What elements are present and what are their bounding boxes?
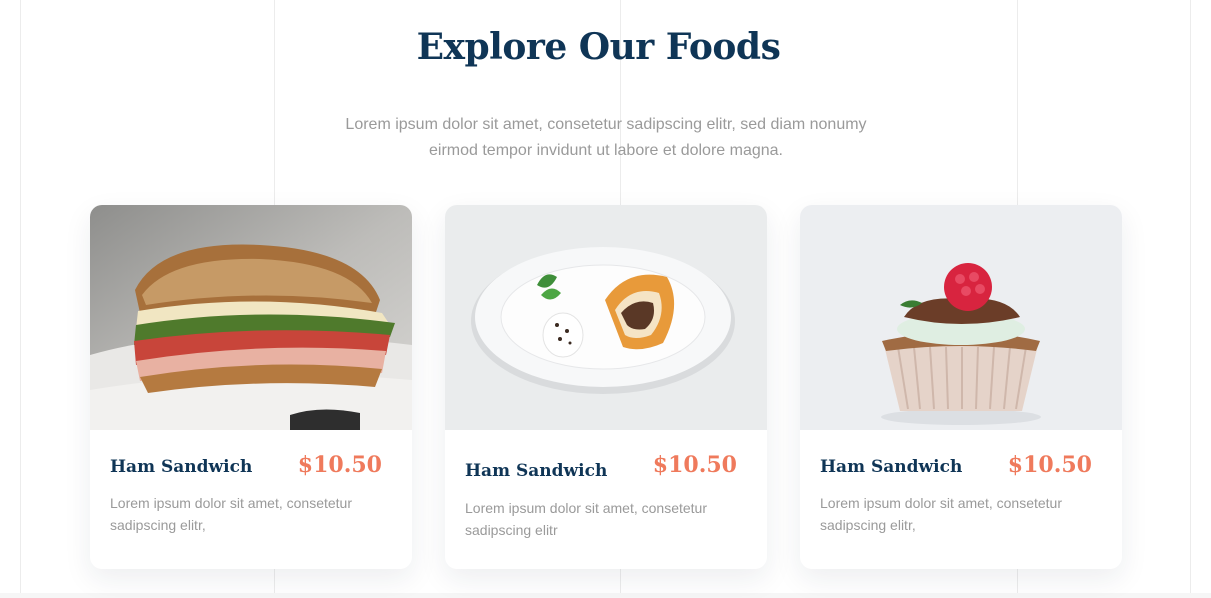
food-card-image[interactable] bbox=[800, 205, 1122, 430]
cake-slice-plate-photo bbox=[445, 205, 767, 430]
subtitle-line: Lorem ipsum dolor sit amet, consetetur s… bbox=[345, 116, 867, 133]
food-card[interactable]: Ham Sandwich $10.50 Lorem ipsum dolor si… bbox=[800, 205, 1122, 569]
food-price: $10.50 bbox=[297, 452, 382, 478]
ham-sandwich-photo bbox=[90, 205, 412, 430]
food-description: Lorem ipsum dolor sit amet, consetetur s… bbox=[465, 497, 745, 541]
food-card-image[interactable] bbox=[445, 205, 767, 430]
food-name: Ham Sandwich bbox=[820, 457, 963, 477]
food-price: $10.50 bbox=[1007, 452, 1092, 478]
description-line: Lorem ipsum dolor sit amet, consetetur bbox=[465, 500, 707, 516]
section-bottom-edge bbox=[0, 593, 1211, 598]
subtitle-line: eirmod tempor invidunt ut labore et dolo… bbox=[429, 142, 783, 159]
description-line: Lorem ipsum dolor sit amet, consetetur bbox=[820, 495, 1062, 511]
description-line: sadipscing elitr, bbox=[110, 517, 206, 533]
grid-line bbox=[1190, 0, 1191, 598]
description-line: sadipscing elitr bbox=[465, 522, 558, 538]
food-description: Lorem ipsum dolor sit amet, consetetur s… bbox=[820, 492, 1100, 536]
food-card-image[interactable] bbox=[90, 205, 412, 430]
grid-line bbox=[20, 0, 21, 598]
section-title: Explore Our Foods bbox=[416, 26, 781, 68]
food-description: Lorem ipsum dolor sit amet, consetetur s… bbox=[110, 492, 390, 536]
food-price: $10.50 bbox=[652, 452, 737, 478]
raspberry-cupcake-photo bbox=[800, 205, 1122, 430]
food-card[interactable]: Ham Sandwich $10.50 Lorem ipsum dolor si… bbox=[445, 205, 767, 569]
food-card[interactable]: Ham Sandwich $10.50 Lorem ipsum dolor si… bbox=[90, 205, 412, 569]
section-subtitle: Lorem ipsum dolor sit amet, consetetur s… bbox=[326, 112, 886, 164]
description-line: sadipscing elitr, bbox=[820, 517, 916, 533]
food-name: Ham Sandwich bbox=[110, 457, 253, 477]
food-name: Ham Sandwich bbox=[465, 461, 608, 481]
description-line: Lorem ipsum dolor sit amet, consetetur bbox=[110, 495, 352, 511]
